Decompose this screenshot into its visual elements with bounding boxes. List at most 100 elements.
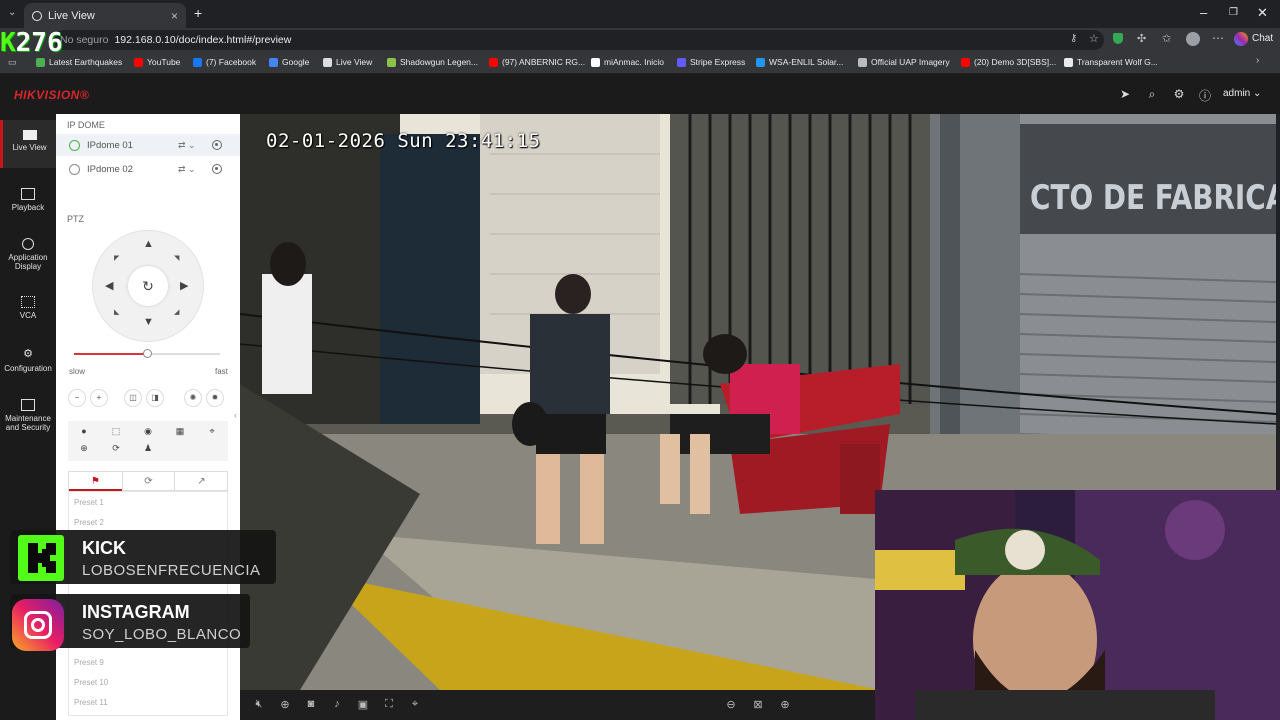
focus-near-icon[interactable]: ◫ bbox=[124, 389, 142, 407]
app-header: HIKVISION® ➤ ⌕ ⚙ ⓘ admin ⌄ bbox=[0, 74, 1280, 114]
minimize-icon[interactable]: – bbox=[1200, 5, 1207, 20]
bookmark-item[interactable]: (20) Demo 3D[SBS]... bbox=[961, 57, 1056, 67]
preset-item[interactable]: Preset 9 bbox=[74, 658, 104, 667]
one-touch-park-icon[interactable]: ⟳ bbox=[110, 443, 122, 454]
address-bar[interactable]: No seguro 192.168.0.10/doc/index.html#/p… bbox=[54, 30, 1104, 50]
user-menu[interactable]: admin ⌄ bbox=[1223, 88, 1261, 99]
panel-collapse-icon[interactable]: ‹ bbox=[234, 410, 237, 420]
bookmark-label: YouTube bbox=[147, 57, 181, 67]
settings-wizard-icon[interactable]: ⚙ bbox=[1172, 87, 1186, 101]
send-icon[interactable]: ➤ bbox=[1118, 87, 1132, 101]
sidebar-toggle-icon[interactable]: ▭ bbox=[8, 57, 17, 68]
maximize-icon[interactable]: ❐ bbox=[1229, 7, 1238, 18]
ptz-auto-scan-icon[interactable]: ↻ bbox=[128, 266, 168, 306]
bookmark-item[interactable]: Google bbox=[269, 57, 309, 67]
bookmark-star-icon[interactable]: ☆ bbox=[1089, 32, 1099, 45]
preset-item[interactable]: Preset 10 bbox=[74, 678, 108, 687]
ptz-left-icon[interactable]: ◀ bbox=[105, 279, 113, 292]
bookmark-item[interactable]: Shadowgun Legen... bbox=[387, 57, 478, 67]
previous-icon[interactable]: ⊖ bbox=[724, 698, 738, 711]
nav-configuration[interactable]: ⚙ Configuration bbox=[0, 349, 56, 374]
record-icon[interactable] bbox=[212, 140, 222, 150]
preset-item[interactable]: Preset 11 bbox=[74, 698, 108, 707]
microphone-icon[interactable]: ♪ bbox=[330, 698, 344, 710]
3d-position-icon[interactable]: ⌖ bbox=[206, 426, 218, 437]
stream-select-icon[interactable]: ⇄ ⌄ bbox=[178, 140, 196, 151]
info-icon[interactable]: ⓘ bbox=[1198, 87, 1212, 103]
record-video-icon[interactable]: ▣ bbox=[356, 698, 370, 711]
preset-item[interactable]: Preset 1 bbox=[74, 498, 104, 507]
bookmark-item[interactable]: WSA-ENLIL Solar... bbox=[756, 57, 843, 67]
bookmark-item[interactable]: (7) Facebook bbox=[193, 57, 256, 67]
search-icon[interactable]: ⌕ bbox=[1145, 87, 1159, 101]
preset-item[interactable]: Preset 2 bbox=[74, 518, 104, 527]
camera-item-ipdome-02[interactable]: IPdome 02 ⇄ ⌄ bbox=[56, 158, 240, 180]
chat-button-label[interactable]: Chat bbox=[1252, 33, 1273, 44]
bookmark-item[interactable]: YouTube bbox=[134, 57, 180, 67]
ptz-down-icon[interactable]: ▼ bbox=[143, 316, 154, 328]
bookmark-item[interactable]: Official UAP Imagery bbox=[858, 57, 950, 67]
ptz-up-left-icon[interactable]: ◤ bbox=[114, 254, 119, 262]
close-window-icon[interactable]: ✕ bbox=[1257, 5, 1268, 21]
wiper-icon[interactable]: ⬚ bbox=[110, 426, 122, 437]
fullscreen-region-icon[interactable]: ⛶ bbox=[382, 698, 396, 711]
ptz-down-left-icon[interactable]: ◣ bbox=[114, 308, 119, 316]
person-track-icon[interactable]: ♟ bbox=[142, 443, 154, 454]
tab-pattern[interactable]: ↗ bbox=[175, 472, 228, 491]
zoom-in-icon[interactable]: + bbox=[90, 389, 108, 407]
bookmark-item[interactable]: Stripe Express bbox=[677, 57, 745, 67]
next-icon[interactable]: ⊕ bbox=[778, 698, 792, 711]
light-icon[interactable]: ● bbox=[78, 426, 90, 436]
nav-playback[interactable]: Playback bbox=[0, 188, 56, 212]
ptz-up-right-icon[interactable]: ◥ bbox=[174, 254, 179, 262]
bookmark-item[interactable]: miAnmac. Inicio bbox=[591, 57, 664, 67]
browser-menu-icon[interactable]: ⋯ bbox=[1212, 31, 1224, 45]
nav-application-display[interactable]: Application Display bbox=[0, 238, 56, 271]
new-tab-icon[interactable]: + bbox=[194, 5, 202, 21]
ptz-speed-slider[interactable] bbox=[74, 349, 220, 358]
bookmark-item[interactable]: Transparent Wolf G... bbox=[1064, 57, 1158, 67]
bookmark-item[interactable]: (97) ANBERNIC RG... bbox=[489, 57, 585, 67]
bookmarks-overflow-icon[interactable]: › bbox=[1256, 55, 1259, 66]
ptz-right-icon[interactable]: ▶ bbox=[180, 279, 188, 292]
speed-fast-label: fast bbox=[215, 367, 228, 376]
manual-track-icon[interactable]: ⊕ bbox=[78, 443, 90, 454]
stop-all-icon[interactable]: ⊠ bbox=[751, 698, 765, 711]
auto-focus-icon[interactable]: ◉ bbox=[142, 426, 154, 437]
stream-select-icon[interactable]: ⇄ ⌄ bbox=[178, 164, 196, 175]
record-icon[interactable] bbox=[212, 164, 222, 174]
extensions-icon[interactable]: ✣ bbox=[1137, 32, 1146, 45]
capture-icon[interactable]: ◙ bbox=[304, 698, 318, 710]
lens-init-icon[interactable]: ▦ bbox=[174, 426, 186, 437]
key-icon[interactable]: ⚷ bbox=[1070, 33, 1077, 44]
digital-zoom-icon[interactable]: ⊕ bbox=[278, 698, 292, 711]
camera-osd-datetime: 02-01-2026 Sun 23:41:15 bbox=[266, 130, 541, 152]
ptz-down-right-icon[interactable]: ◢ bbox=[174, 308, 179, 316]
bookmark-favicon-icon bbox=[36, 57, 45, 67]
zoom-out-icon[interactable]: − bbox=[68, 389, 86, 407]
bookmark-item[interactable]: Live View bbox=[323, 57, 372, 67]
url-text[interactable]: 192.168.0.10/doc/index.html#/preview bbox=[114, 34, 291, 46]
ptz-up-icon[interactable]: ▲ bbox=[143, 238, 154, 250]
bookmark-item[interactable]: Latest Earthquakes bbox=[36, 57, 122, 67]
focus-far-icon[interactable]: ◨ bbox=[146, 389, 164, 407]
tab-presets[interactable]: ⚑ bbox=[69, 472, 122, 491]
nav-live-view[interactable]: Live View bbox=[0, 120, 56, 168]
camera-item-ipdome-01[interactable]: IPdome 01 ⇄ ⌄ bbox=[56, 134, 240, 156]
mute-icon[interactable]: 🔇︎ bbox=[252, 698, 266, 711]
focus-region-icon[interactable]: ⌖ bbox=[408, 698, 422, 711]
tab-patrol[interactable]: ⟳ bbox=[122, 472, 175, 491]
nav-maintenance[interactable]: Maintenance and Security bbox=[0, 399, 56, 432]
chat-icon[interactable] bbox=[1234, 32, 1248, 46]
tab-close-icon[interactable]: × bbox=[171, 9, 178, 23]
viewer-count: K276 bbox=[0, 28, 63, 58]
iris-close-icon[interactable]: ✺ bbox=[184, 389, 202, 407]
speed-slider-handle[interactable] bbox=[143, 349, 152, 358]
ptz-direction-pad[interactable]: ▲ ▼ ◀ ▶ ◤ ◥ ◣ ◢ ↻ bbox=[92, 230, 204, 342]
extension-shield-icon[interactable] bbox=[1113, 33, 1123, 44]
camera-group-label: IP DOME bbox=[67, 120, 105, 130]
favorites-icon[interactable]: ✩ bbox=[1162, 32, 1171, 45]
profile-avatar[interactable] bbox=[1186, 32, 1200, 46]
iris-open-icon[interactable]: ✹ bbox=[206, 389, 224, 407]
nav-vca[interactable]: VCA bbox=[0, 296, 56, 320]
